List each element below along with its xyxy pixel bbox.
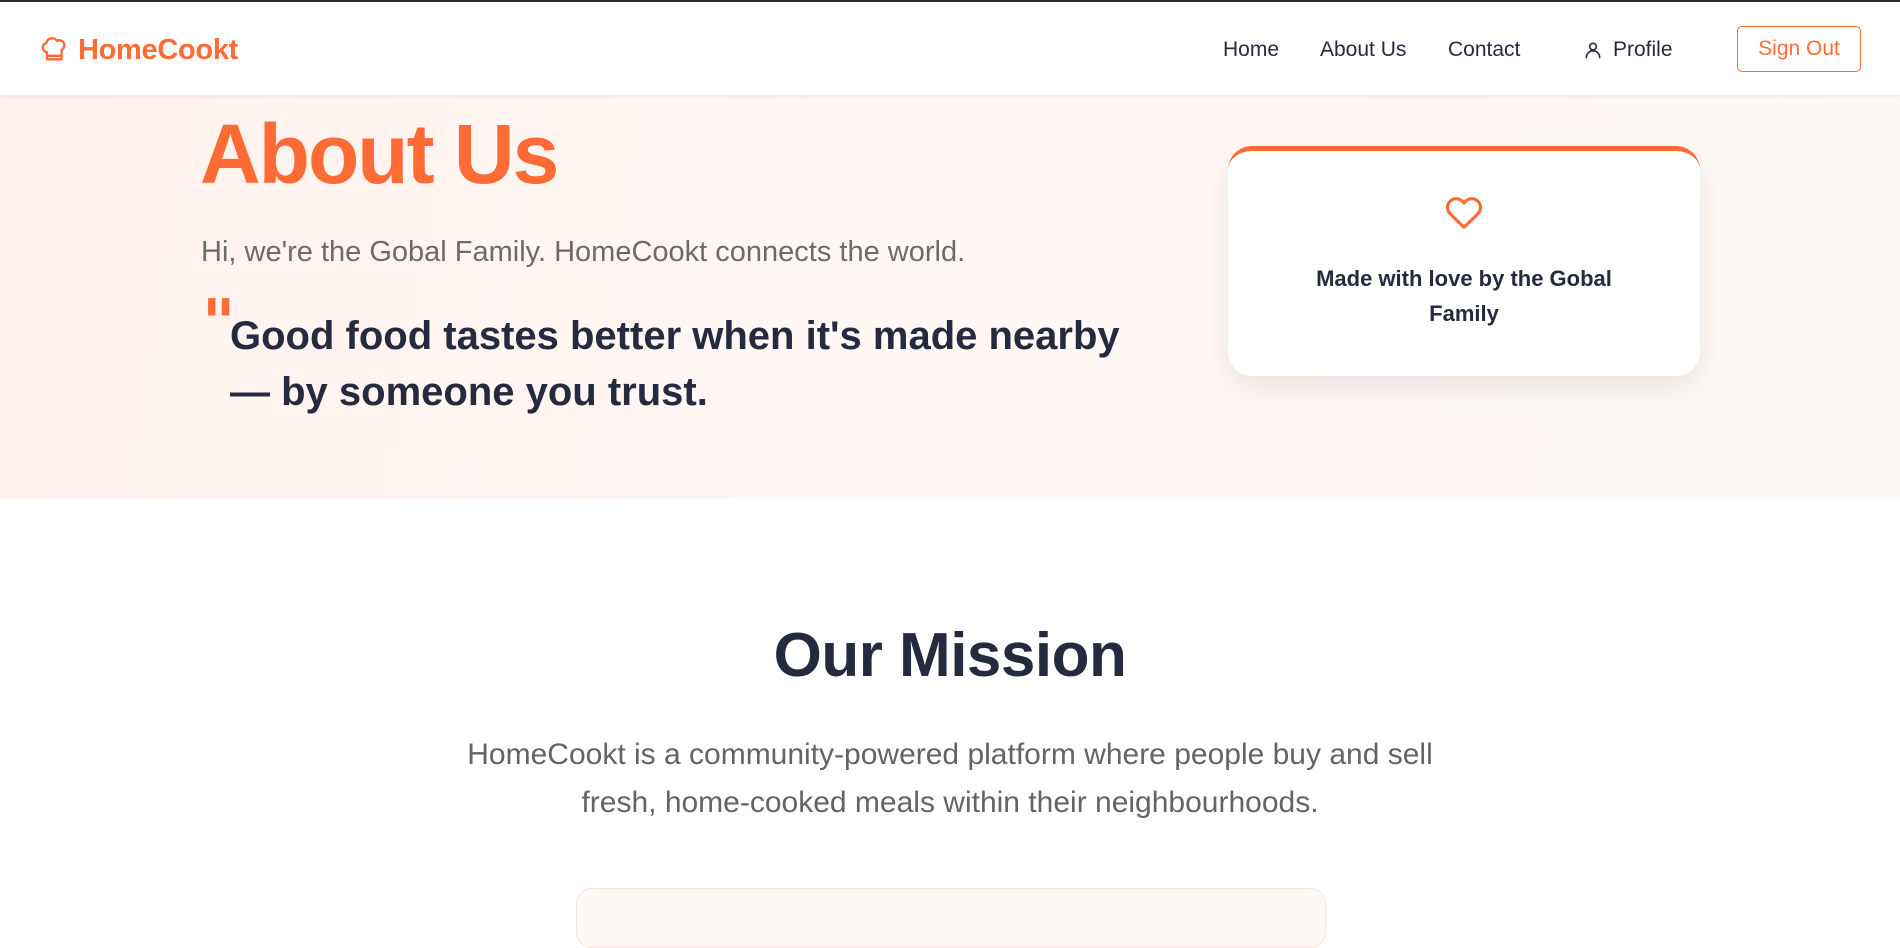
heart-icon	[1445, 197, 1483, 229]
sign-out-button[interactable]: Sign Out	[1737, 26, 1861, 72]
chef-hat-icon	[41, 37, 66, 61]
hero-intro-text: Hi, we're the Gobal Family. HomeCookt co…	[201, 236, 966, 268]
nav-home-link[interactable]: Home	[1223, 38, 1279, 62]
brand-logo[interactable]: HomeCookt	[40, 32, 238, 68]
brand-name: HomeCookt	[78, 33, 239, 66]
navbar: HomeCookt Home About Us Contact Profile …	[0, 2, 1900, 96]
profile-label: Profile	[1613, 38, 1673, 61]
about-hero-section: About Us Hi, we're the Gobal Family. Hom…	[0, 96, 1900, 499]
user-icon	[1585, 42, 1601, 59]
mission-card	[576, 888, 1326, 948]
page-title: About Us	[200, 107, 559, 201]
nav-contact-link[interactable]: Contact	[1448, 38, 1520, 62]
made-with-love-card: Made with love by the Gobal Family	[1228, 146, 1700, 376]
hero-quote: Good food tastes better when it's made n…	[230, 314, 1120, 414]
mission-description: HomeCookt is a community-powered platfor…	[467, 738, 1433, 819]
made-with-love-text: Made with love by the Gobal Family	[1316, 266, 1612, 326]
nav-profile-link[interactable]: Profile	[1583, 38, 1673, 62]
nav-about-link[interactable]: About Us	[1320, 38, 1406, 62]
mission-title: Our Mission	[773, 621, 1127, 690]
